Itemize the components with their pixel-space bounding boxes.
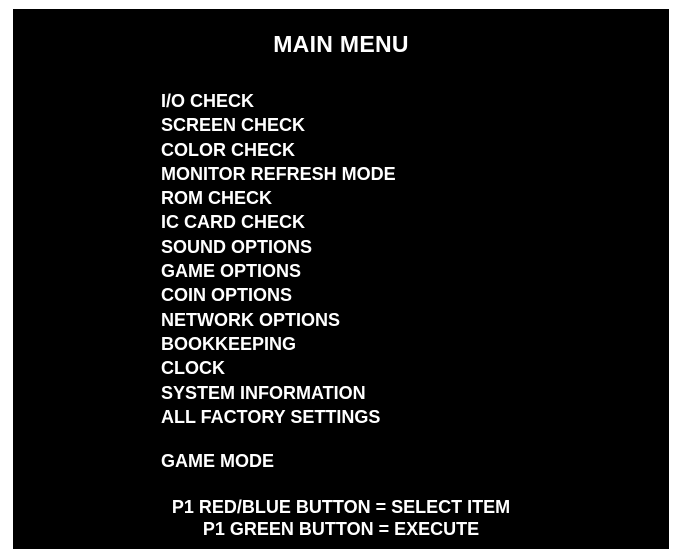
menu-item-all-factory-settings[interactable]: ALL FACTORY SETTINGS <box>161 405 396 429</box>
menu-item-bookkeeping[interactable]: BOOKKEEPING <box>161 332 396 356</box>
menu-item-io-check[interactable]: I/O CHECK <box>161 89 396 113</box>
menu-item-rom-check[interactable]: ROM CHECK <box>161 186 396 210</box>
execute-instruction: P1 GREEN BUTTON = EXECUTE <box>202 519 480 539</box>
menu-item-coin-options[interactable]: COIN OPTIONS <box>161 283 396 307</box>
menu-item-screen-check[interactable]: SCREEN CHECK <box>161 113 396 137</box>
menu-item-color-check[interactable]: COLOR CHECK <box>161 138 396 162</box>
menu-item-ic-card-check[interactable]: IC CARD CHECK <box>161 210 396 234</box>
menu-item-clock[interactable]: CLOCK <box>161 356 396 380</box>
menu-list: I/O CHECK SCREEN CHECK COLOR CHECK MONIT… <box>161 89 396 429</box>
button-instructions: P1 RED/BLUE BUTTON = SELECT ITEM P1 GREE… <box>13 496 669 540</box>
menu-item-network-options[interactable]: NETWORK OPTIONS <box>161 308 396 332</box>
menu-item-sound-options[interactable]: SOUND OPTIONS <box>161 235 396 259</box>
menu-item-monitor-refresh-mode[interactable]: MONITOR REFRESH MODE <box>161 162 396 186</box>
select-instruction: P1 RED/BLUE BUTTON = SELECT ITEM <box>171 497 511 517</box>
menu-title: MAIN MENU <box>273 31 409 57</box>
test-menu-screen: MAIN MENU I/O CHECK SCREEN CHECK COLOR C… <box>13 9 669 549</box>
menu-item-game-mode[interactable]: GAME MODE <box>161 449 274 473</box>
menu-item-game-options[interactable]: GAME OPTIONS <box>161 259 396 283</box>
menu-item-system-information[interactable]: SYSTEM INFORMATION <box>161 381 396 405</box>
